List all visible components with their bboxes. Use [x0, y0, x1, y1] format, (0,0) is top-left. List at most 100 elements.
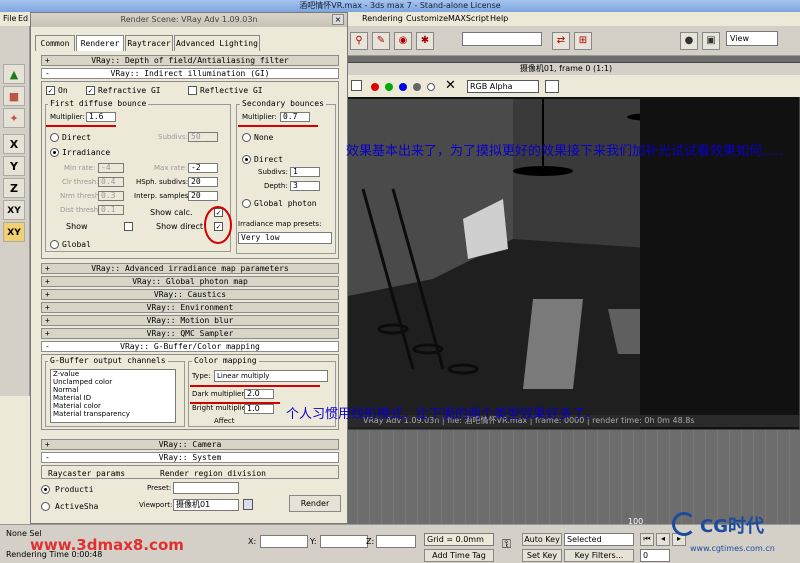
quick-render-icon[interactable]: ✱ [416, 32, 434, 50]
axis-x-button[interactable]: X [3, 134, 25, 154]
bright-mult-spinner[interactable]: 1.0 [244, 404, 274, 414]
dark-mult-spinner[interactable]: 2.0 [244, 389, 274, 399]
hierarchy-icon[interactable]: ■ [3, 86, 25, 106]
axis-xy-button[interactable]: XY [3, 200, 25, 220]
create-icon[interactable]: ▲ [3, 64, 25, 84]
none-radio[interactable] [242, 133, 251, 142]
presets-dropdown[interactable]: Very low [238, 232, 332, 244]
menu-edit[interactable]: Ed [18, 14, 28, 23]
gi-on-checkbox[interactable]: ✓ [46, 86, 55, 95]
frame-field[interactable]: 0 [640, 549, 670, 562]
set-key-button[interactable]: Set Key [522, 549, 562, 562]
render-button[interactable]: Render [289, 495, 341, 512]
list-item[interactable]: Normal [53, 386, 175, 394]
rollout-photon-map[interactable]: + VRay:: Global photon map [41, 276, 339, 287]
interp-spinner[interactable]: 20 [188, 191, 218, 201]
list-item[interactable]: Material transparency [53, 410, 175, 418]
type-dropdown[interactable]: Linear multiply [214, 370, 328, 382]
rollout-dof[interactable]: + VRay:: Depth of field/Antialiasing filt… [41, 55, 339, 66]
copy-icon[interactable] [351, 80, 362, 91]
add-time-tag-button[interactable]: Add Time Tag [424, 549, 494, 562]
rollout-caustics[interactable]: + VRay:: Caustics [41, 289, 339, 300]
color-swatch[interactable] [545, 80, 559, 93]
key-filters-button[interactable]: Key Filters... [564, 549, 634, 562]
blue-channel-icon[interactable] [399, 83, 407, 91]
tab-advanced-lighting[interactable]: Advanced Lighting [174, 35, 260, 51]
go-start-icon[interactable]: ⏮ [640, 533, 654, 546]
rollout-adv-irradiance[interactable]: + VRay:: Advanced irradiance map paramete… [41, 263, 339, 274]
axis-xy-active-button[interactable]: XY [3, 222, 25, 242]
irradiance-radio[interactable] [50, 148, 59, 157]
hsph-spinner[interactable]: 20 [188, 177, 218, 187]
key-icon[interactable]: ⚿ [502, 537, 511, 552]
view-dropdown[interactable]: View [726, 31, 778, 46]
preset-dropdown[interactable] [173, 482, 239, 494]
channel-list[interactable]: Z-value Unclamped color Normal Material … [50, 369, 176, 423]
axis-y-button[interactable]: Y [3, 156, 25, 176]
tab-common[interactable]: Common [35, 35, 75, 51]
subdivs2-spinner[interactable]: 1 [290, 167, 320, 177]
dist-thresh-spinner[interactable]: 0.1 [98, 205, 124, 215]
x-coord-field[interactable] [260, 535, 308, 548]
reflective-gi-checkbox[interactable] [188, 86, 197, 95]
max-rate-spinner[interactable]: -2 [188, 163, 218, 173]
select-link-icon[interactable]: ⚲ [350, 32, 368, 50]
z-coord-field[interactable] [376, 535, 416, 548]
menu-rendering[interactable]: Rendering [362, 14, 403, 23]
first-mult-spinner[interactable]: 1.6 [86, 112, 116, 122]
global-photon-radio[interactable] [242, 199, 251, 208]
rollout-environment[interactable]: + VRay:: Environment [41, 302, 339, 313]
menu-help[interactable]: Help [490, 14, 508, 23]
align-icon[interactable]: ⊞ [574, 32, 592, 50]
menu-customize[interactable]: Customize [406, 14, 448, 23]
lock-icon[interactable] [243, 499, 253, 510]
auto-key-button[interactable]: Auto Key [522, 533, 562, 546]
named-selection-dropdown[interactable] [462, 32, 542, 46]
list-item[interactable]: Material ID [53, 394, 175, 402]
prev-frame-icon[interactable]: ◂ [656, 533, 670, 546]
y-coord-field[interactable] [320, 535, 368, 548]
menu-file[interactable]: File [3, 14, 16, 23]
rollout-camera[interactable]: + VRay:: Camera [41, 439, 339, 450]
render-scene-icon[interactable]: ▣ [702, 32, 720, 50]
tab-renderer[interactable]: Renderer [76, 35, 124, 51]
bind-icon[interactable]: ✎ [372, 32, 390, 50]
mirror-icon[interactable]: ⇄ [552, 32, 570, 50]
depth-spinner[interactable]: 3 [290, 181, 320, 191]
rollout-gbuffer[interactable]: - VRay:: G-Buffer/Color mapping [41, 341, 339, 352]
refractive-gi-checkbox[interactable]: ✓ [86, 86, 95, 95]
green-channel-icon[interactable] [385, 83, 393, 91]
rollout-system[interactable]: - VRay:: System [41, 452, 339, 463]
tab-raytracer[interactable]: Raytracer [125, 35, 173, 51]
rollout-qmc[interactable]: + VRay:: QMC Sampler [41, 328, 339, 339]
subdivs-spinner[interactable]: 50 [188, 132, 218, 142]
rollout-motion-blur[interactable]: + VRay:: Motion blur [41, 315, 339, 326]
list-item[interactable]: Unclamped color [53, 378, 175, 386]
global-radio[interactable] [50, 240, 59, 249]
link-icon[interactable]: ✦ [3, 108, 25, 128]
render-type-icon[interactable]: ◉ [394, 32, 412, 50]
material-editor-icon[interactable]: ● [680, 32, 698, 50]
channel-select[interactable]: RGB Alpha [467, 80, 539, 93]
alpha-channel-icon[interactable] [413, 83, 421, 91]
axis-z-button[interactable]: Z [3, 178, 25, 198]
activeshade-radio[interactable] [41, 502, 50, 511]
menu-maxscript[interactable]: MAXScript [448, 14, 489, 23]
red-channel-icon[interactable] [371, 83, 379, 91]
second-mult-spinner[interactable]: 0.7 [280, 112, 310, 122]
show-checkbox[interactable] [124, 222, 133, 231]
min-rate-spinner[interactable]: -4 [98, 163, 124, 173]
clear-icon[interactable]: ✕ [445, 78, 456, 93]
direct-radio[interactable] [50, 133, 59, 142]
production-radio[interactable] [41, 485, 50, 494]
list-item[interactable]: Z-value [53, 370, 175, 378]
nrm-thresh-spinner[interactable]: 0.3 [98, 191, 124, 201]
list-item[interactable]: Material color [53, 402, 175, 410]
rollout-gi[interactable]: - VRay:: Indirect illumination (GI) [41, 68, 339, 79]
mono-channel-icon[interactable] [427, 83, 435, 91]
direct2-radio[interactable] [242, 155, 251, 164]
close-icon[interactable]: × [332, 14, 344, 25]
viewport-dropdown[interactable]: 摄像机01 [173, 499, 239, 511]
clr-thresh-spinner[interactable]: 0.4 [98, 177, 124, 187]
selected-dropdown[interactable]: Selected [564, 533, 634, 546]
